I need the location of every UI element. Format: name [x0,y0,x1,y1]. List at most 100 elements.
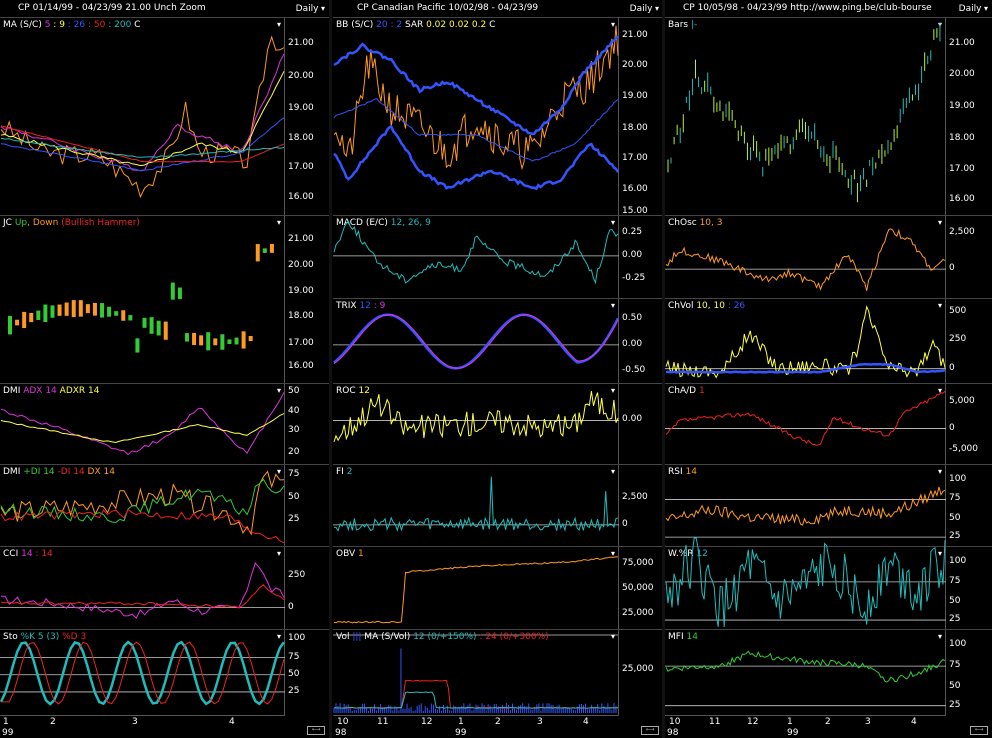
ma-5-line [0,53,285,172]
adxr-line [0,413,285,444]
y-tick-label: 75 [949,575,961,586]
indicator-panel-rsi[interactable]: RSI 14 ▾ 100 75 50 25 [665,464,992,547]
y-tick-label: 30 [288,424,300,435]
candlestick [114,311,119,316]
y-tick-label: 0 [949,422,955,433]
rsi-line [665,486,946,526]
y-tick-label: 25 [949,614,961,625]
volume-ma-24 [333,679,619,709]
y-tick-label: 18.00 [288,310,314,321]
plot-area[interactable] [0,216,285,384]
indicator-panel-vol[interactable]: Vol ||| MA (S/Vol) 12 (0/+150%) : 24 (0/… [333,629,663,716]
indicator-panel-bars[interactable]: Bars |-▾21.0020.0019.0018.0017.0016.00 [665,17,992,216]
y-tick-label: 75 [949,493,961,504]
y-tick-label: 20.00 [622,59,648,70]
y-tick-label: 19.00 [288,285,314,296]
y-axis: 50 40 30 20 [284,384,329,465]
plot-area[interactable] [333,630,619,716]
indicator-panel-sto[interactable]: Sto %K 5 (3) %D 3 ▾ 100 75 50 25 [0,629,329,716]
period-dropdown[interactable]: Daily [296,0,325,18]
plot-area[interactable] [333,299,620,384]
x-tick-label: 10 [669,717,681,727]
indicator-panel-mfi[interactable]: MFI 14 ▾ 100 75 50 25 [665,629,992,716]
indicator-panel-bb-s-c-[interactable]: BB (S/C) 20 : 2 SAR 0.02 0.02 0.2 C ▾ 21.0… [333,17,663,216]
column-header: CP 01/14/99 - 04/23/99 21.00 Unch Zoom D… [0,0,329,17]
plot-area[interactable] [333,216,619,299]
y-axis: 2,500 0 [945,216,992,299]
mfi-line [665,650,946,683]
plot-area[interactable] [665,630,946,716]
indicator-panel-roc[interactable]: ROC 12 ▾ 0.00 [333,383,663,465]
y-tick-label: 25 [288,685,300,696]
x-tick-label: 12 [747,717,759,727]
candlestick [220,334,225,350]
indicator-panel-chvol[interactable]: ChVol 10, 10 : 26 ▾ 500 250 0 [665,298,992,384]
indicator-panel-obv[interactable]: OBV 1 ▾ 75,000 50,000 25,000 [333,546,663,636]
price-line [0,35,285,199]
y-tick-label: -5,000 [949,444,979,455]
plot-area[interactable] [0,630,285,716]
indicator-panel-dmi[interactable]: DMI ADX 14 ADXR 14 ▾ 50 40 30 20 [0,383,329,465]
indicator-panel-jc[interactable]: JC Up, Down (Bullish Hammer) ▾ 21.00 20.00 1… [0,215,329,384]
period-dropdown[interactable]: Daily [630,0,659,18]
indicator-panel-cci[interactable]: CCI 14 : 14 ▾ 250 0 [0,546,329,630]
y-tick-label: 17.00 [288,337,314,348]
plot-area[interactable] [0,547,285,630]
indicator-panel-ma-s-c-[interactable]: MA (S/C) 5 : 9 : 26 : 50 : 200 C ▾ 21.00 20… [0,17,329,216]
scroll-arrows-icon[interactable]: ⟷ [970,726,988,735]
plot-area[interactable] [0,384,285,465]
cci-line [1,561,285,619]
y-tick-label: 100 [949,555,967,566]
plot-area[interactable] [333,384,619,465]
plot-area[interactable] [0,18,285,216]
plot-area[interactable] [665,384,946,465]
indicator-panel-dmi[interactable]: DMI +DI 14 -DI 14 DX 14 ▾ 75 50 25 [0,464,329,547]
y-tick-label: 2,500 [622,491,648,502]
indicator-panel-cha-d[interactable]: ChA/D 1 ▾ 5,000 0 -5,000 [665,383,992,465]
plot-area[interactable] [665,299,946,384]
indicator-panel-trix[interactable]: TRIX 12 : 9 ▾ 0.50 0.00 -0.50 [333,298,663,384]
candlestick [269,243,274,253]
y-axis: 250 0 [284,547,329,630]
plot-area[interactable] [665,537,946,630]
y-tick-label: 0.50 [622,312,643,323]
trix-line [333,313,620,370]
indicator-panel-w-r[interactable]: W.%R 12 ▾ 100 75 50 25 [665,537,992,630]
y-tick-label: 25,000 [622,608,654,619]
y-axis: 0.25 0.00 -0.25 [618,216,663,299]
candlestick [156,320,161,336]
scroll-arrows-icon[interactable]: ⟷ [307,726,325,735]
macd-line [333,220,619,285]
period-dropdown[interactable]: Daily [959,0,988,18]
column-header: CP 10/05/98 - 04/23/99 http://www.ping.b… [665,0,992,17]
y-tick-label: 20.00 [288,260,314,271]
y-tick-label: 0 [288,601,294,612]
candlestick [227,339,232,345]
y-tick-label: 75 [288,651,300,662]
y-tick-label: 25 [949,699,961,710]
plot-area[interactable] [665,465,946,547]
indicator-panel-macd-e-c-[interactable]: MACD (E/C) 12, 26, 9 ▾ 0.25 0.00 -0.25 [333,215,663,299]
x-axis: 10 11 12 1 2 3 4 98 99 [665,715,946,738]
y-tick-label: 16.00 [949,194,975,205]
ma-200-line [0,137,285,158]
plot-area[interactable] [333,18,620,216]
indicator-panel-chosc[interactable]: ChOsc 10, 3 ▾ 2,500 0 [665,215,992,299]
year-label: 99 [455,728,467,738]
scroll-arrows-icon[interactable]: ⟷ [641,726,659,735]
plot-area[interactable] [665,216,946,299]
plot-area[interactable] [665,18,946,216]
candlestick [199,335,204,346]
candlestick [241,331,246,349]
y-tick-label: 19.00 [949,101,975,112]
x-tick-label: 10 [337,717,349,727]
plot-area[interactable] [333,465,619,547]
plot-area[interactable] [333,547,619,636]
x-tick-label: 3 [865,717,871,727]
y-tick-label: 50 [949,680,961,691]
indicator-panel-fi[interactable]: FI 2 ▾ 2,500 0 [333,464,663,547]
bollinger-lower [333,124,620,191]
candlestick [255,244,260,262]
y-tick-label: 50 [949,513,961,524]
plot-area[interactable] [0,465,285,547]
